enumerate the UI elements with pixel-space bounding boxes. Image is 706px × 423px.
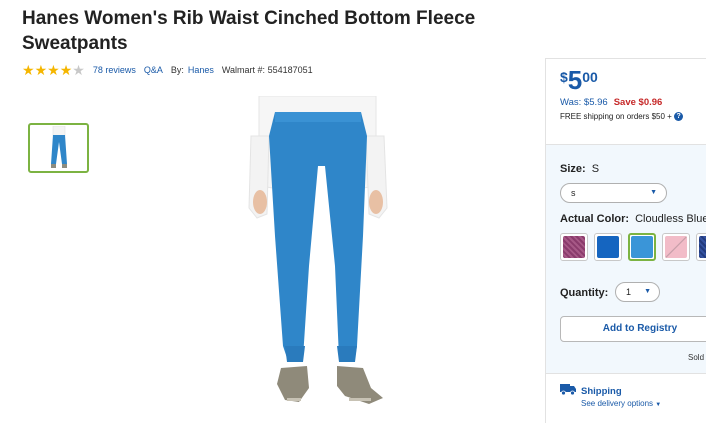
delivery-options-text: See delivery options [581, 399, 654, 408]
save-label: Save $0.96 [613, 97, 663, 108]
rating-stars[interactable]: ★ ★ ★ ★ ★ [22, 63, 85, 77]
size-dropdown[interactable]: s ▼ [560, 183, 667, 203]
sold-by-label: Sold b [688, 353, 706, 362]
quantity-label: Quantity: [560, 287, 609, 299]
product-title: Hanes Women's Rib Waist Cinched Bottom F… [22, 8, 476, 54]
price-currency: $ [560, 69, 568, 85]
pants-model-image-icon [248, 95, 388, 404]
chevron-down-icon: ▼ [655, 402, 662, 408]
swatch-navy[interactable] [696, 233, 706, 261]
color-swatches [560, 233, 706, 261]
quantity-value: 1 [626, 287, 632, 297]
delivery-options-link[interactable]: See delivery options ▼ [581, 399, 661, 408]
size-label-text: Size: [560, 163, 586, 175]
swatch-deep-blue[interactable] [594, 233, 622, 261]
chevron-down-icon: ▼ [644, 288, 651, 295]
gallery-thumbnail[interactable] [28, 123, 89, 173]
size-label: Size: S [560, 163, 599, 175]
quantity-dropdown[interactable]: 1 ▼ [615, 282, 660, 302]
was-label: Was: $5.96 [560, 97, 608, 108]
add-to-registry-button[interactable]: Add to Registry [560, 316, 706, 342]
star-empty-icon: ★ [72, 62, 85, 78]
shipping-title: Shipping [581, 386, 622, 397]
free-shipping-text: FREE shipping on orders $50 + [560, 112, 672, 121]
price-whole: 5 [567, 65, 583, 95]
brand-link[interactable]: Hanes [188, 65, 214, 75]
star-icon: ★ [34, 62, 48, 78]
chevron-down-icon: ▼ [650, 189, 657, 196]
product-main-image[interactable] [245, 95, 390, 406]
qa-link[interactable]: Q&A [144, 65, 163, 75]
buy-box: $500 Was: $5.96 Save $0.96 FREE shipping … [545, 58, 706, 423]
color-label: Actual Color: Cloudless Blue [560, 213, 706, 225]
was-price: Was: $5.96 Save $0.96 [560, 97, 662, 108]
shipping-section: Shipping See delivery options ▼ [546, 373, 706, 423]
truck-icon [560, 384, 576, 395]
color-label-text: Actual Color: [560, 213, 630, 225]
free-shipping-note: FREE shipping on orders $50 + ? [560, 112, 684, 122]
current-price: $500 [560, 65, 598, 96]
star-icon: ★ [22, 62, 35, 78]
pants-thumbnail-icon [50, 126, 67, 168]
variant-options: Size: S s ▼ Actual Color: Cloudless Blue Q… [546, 144, 706, 423]
by-label: By: [170, 65, 184, 75]
size-dropdown-value: s [571, 188, 576, 198]
swatch-pink[interactable] [662, 233, 690, 261]
product-meta: ★ ★ ★ ★ ★ 78 reviews Q&A By: Hanes Walma… [22, 63, 317, 77]
star-icon: ★ [59, 62, 73, 78]
star-icon: ★ [47, 62, 60, 78]
info-icon[interactable]: ? [674, 112, 684, 122]
price-cents: 00 [582, 69, 598, 85]
swatch-cloudless-blue[interactable] [628, 233, 656, 261]
walmart-id: Walmart #: 554187051 [221, 65, 313, 75]
color-selected-value: Cloudless Blue [635, 213, 706, 225]
price-box: $500 Was: $5.96 Save $0.96 FREE shipping … [546, 59, 706, 144]
swatch-purple-heather[interactable] [560, 233, 588, 261]
reviews-link[interactable]: 78 reviews [93, 65, 136, 75]
size-selected-value: S [591, 163, 600, 175]
